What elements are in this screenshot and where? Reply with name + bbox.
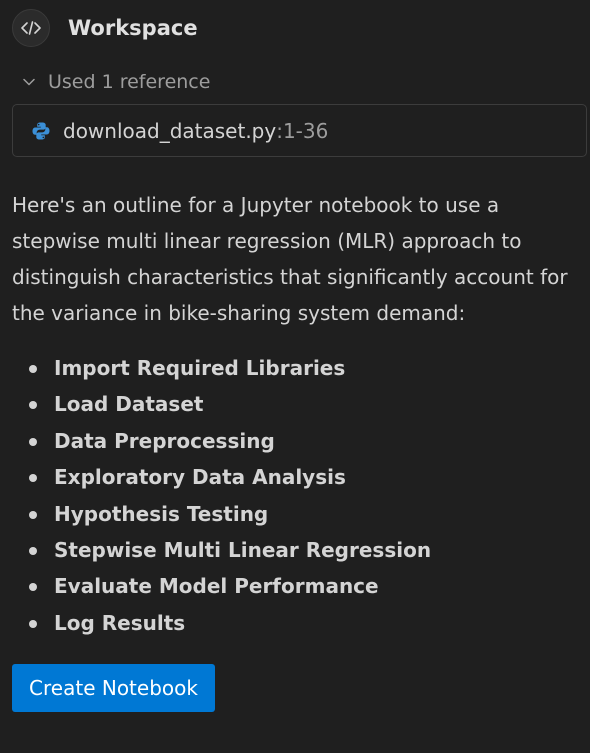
list-item-label: Stepwise Multi Linear Regression (54, 537, 432, 562)
references-toggle[interactable]: Used 1 reference (22, 68, 210, 96)
bullet (29, 583, 37, 592)
python-icon (31, 121, 51, 141)
bullet (29, 365, 37, 373)
list-item-label: Load Dataset (54, 392, 204, 417)
create-notebook-button[interactable]: Create Notebook (12, 664, 215, 712)
list-item: Data Preprocessing (12, 423, 431, 459)
list-item: Load Dataset (12, 386, 431, 422)
list-item-label: Exploratory Data Analysis (54, 465, 346, 490)
list-item: Hypothesis Testing (12, 496, 431, 532)
list-item: Stepwise Multi Linear Regression (12, 532, 431, 568)
participant-header: Workspace (12, 8, 198, 48)
list-item-label: Import Required Libraries (54, 356, 346, 380)
list-item: Import Required Libraries (12, 350, 431, 386)
references-label: Used 1 reference (48, 71, 211, 93)
chat-response-panel: Workspace Used 1 reference download_data… (0, 0, 590, 753)
chevron-down-icon (22, 75, 36, 89)
reference-item[interactable]: download_dataset.py:1-36 (12, 104, 587, 157)
response-intro: Here's an outline for a Jupyter notebook… (12, 193, 568, 325)
participant-name: Workspace (68, 16, 198, 40)
bullet (29, 546, 37, 555)
list-item-label: Log Results (54, 610, 186, 635)
bullet (29, 437, 37, 446)
list-item-label: Hypothesis Testing (54, 501, 269, 526)
list-item-label: Data Preprocessing (54, 428, 275, 453)
list-item: Exploratory Data Analysis (12, 459, 431, 495)
code-brackets-icon (12, 9, 50, 47)
outline-list: Import Required Libraries Load Dataset D… (12, 350, 431, 641)
bullet (29, 510, 37, 519)
reference-file-name: download_dataset.py (63, 118, 277, 143)
list-item: Log Results (12, 605, 431, 641)
list-item-label: Evaluate Model Performance (54, 574, 379, 599)
reference-line-range: :1-36 (276, 118, 329, 143)
list-item: Evaluate Model Performance (12, 568, 431, 604)
bullet (29, 619, 37, 628)
bullet (29, 401, 37, 410)
bullet (29, 474, 37, 483)
